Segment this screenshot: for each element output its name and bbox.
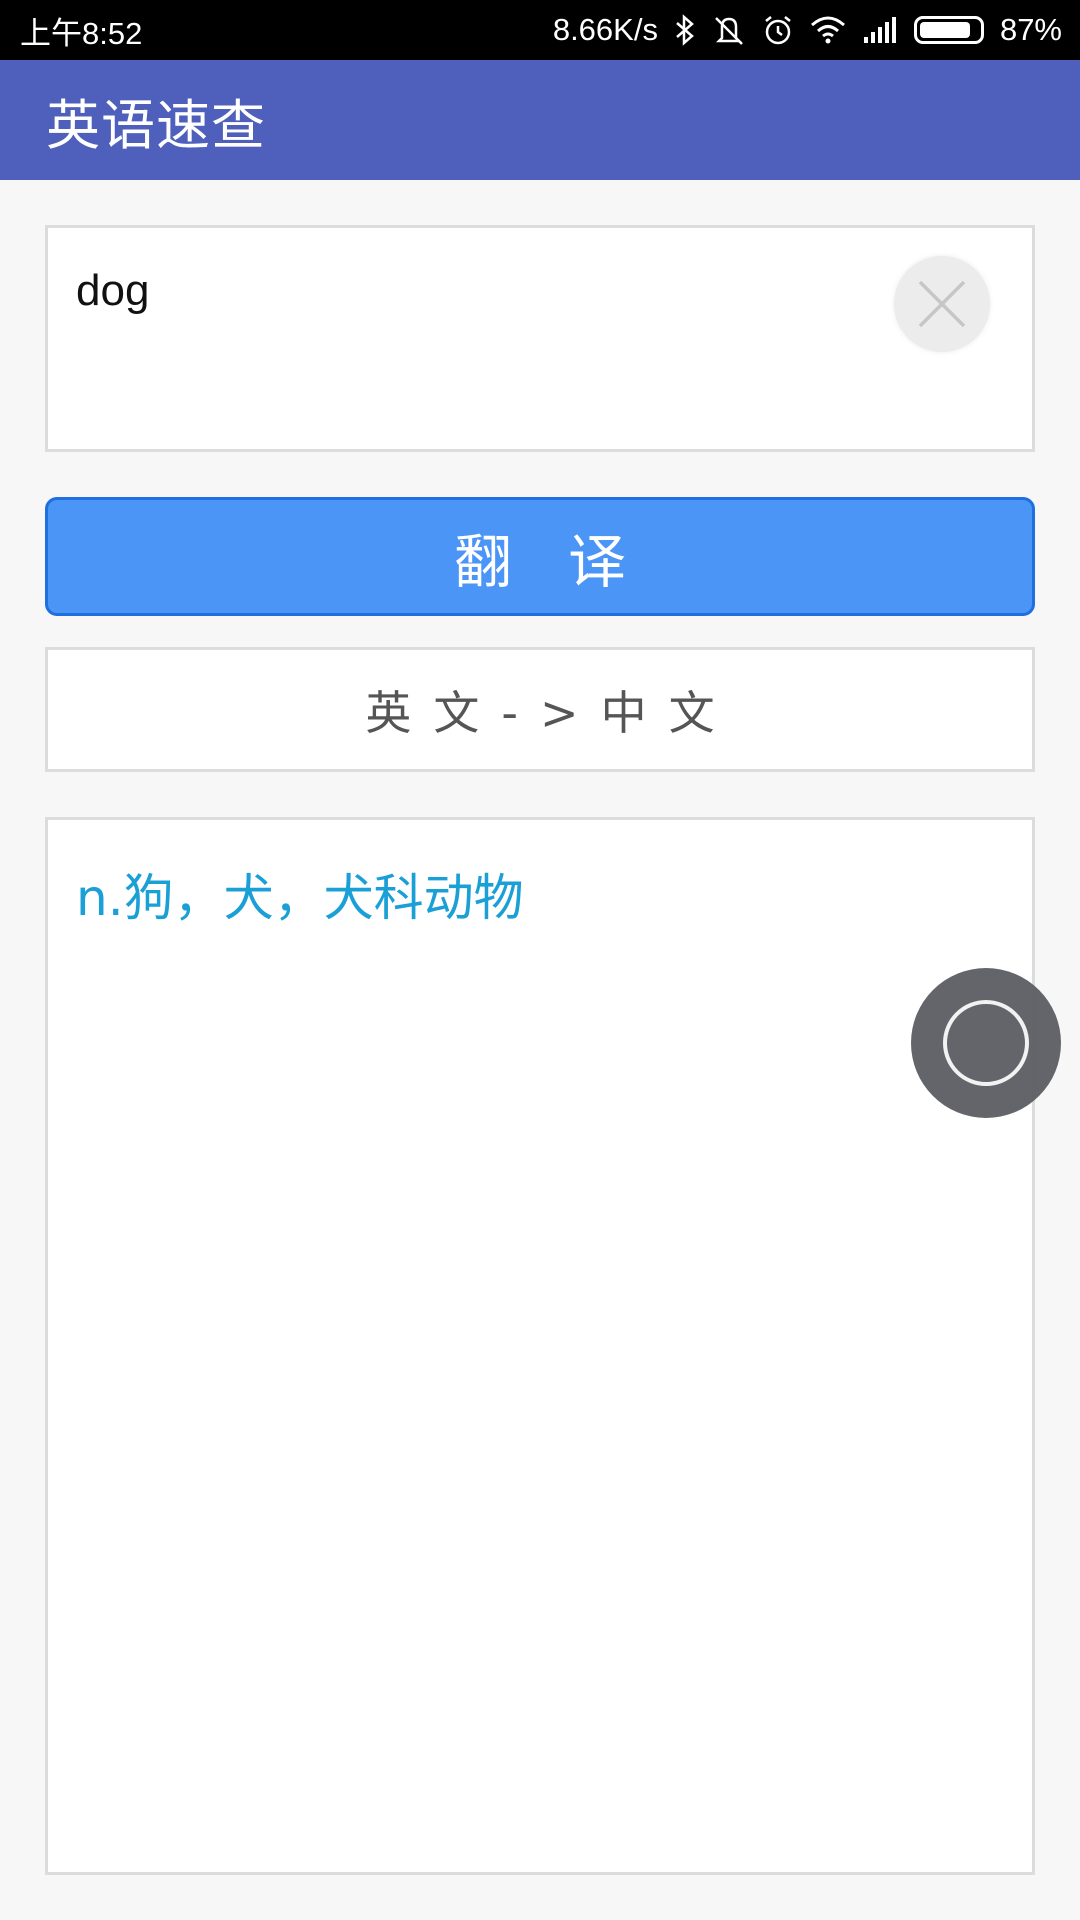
- alarm-icon: [762, 14, 794, 46]
- assist-ring-icon: [943, 1000, 1029, 1086]
- floating-assist-button[interactable]: [911, 968, 1061, 1118]
- status-time: 上午8:52: [20, 15, 143, 51]
- result-box: n.狗，犬，犬科动物: [45, 817, 1035, 1875]
- network-speed: 8.66K/s: [552, 12, 658, 47]
- close-icon: [914, 276, 970, 332]
- translate-button[interactable]: 翻译: [45, 497, 1035, 616]
- wifi-icon: [810, 15, 846, 45]
- mute-icon: [712, 14, 746, 46]
- app-bar: 英语速查: [0, 60, 1080, 180]
- word-input[interactable]: dog: [45, 225, 1035, 452]
- result-text: n.狗，犬，犬科动物: [76, 869, 524, 927]
- battery-fill: [919, 22, 971, 38]
- battery-icon: [913, 16, 984, 44]
- direction-label-box: 英文->中文: [45, 647, 1035, 772]
- status-bar: 上午8:52 8.66K/s 87%: [0, 0, 1080, 60]
- clear-button[interactable]: [894, 256, 990, 352]
- status-icons: 8.66K/s 87%: [553, 12, 1062, 48]
- input-value: dog: [76, 266, 150, 315]
- signal-icon: [862, 15, 898, 45]
- battery-percent: 87%: [999, 12, 1062, 47]
- direction-label: 英文->中文: [365, 685, 737, 740]
- bluetooth-icon: [674, 14, 696, 46]
- app-title: 英语速查: [46, 93, 266, 157]
